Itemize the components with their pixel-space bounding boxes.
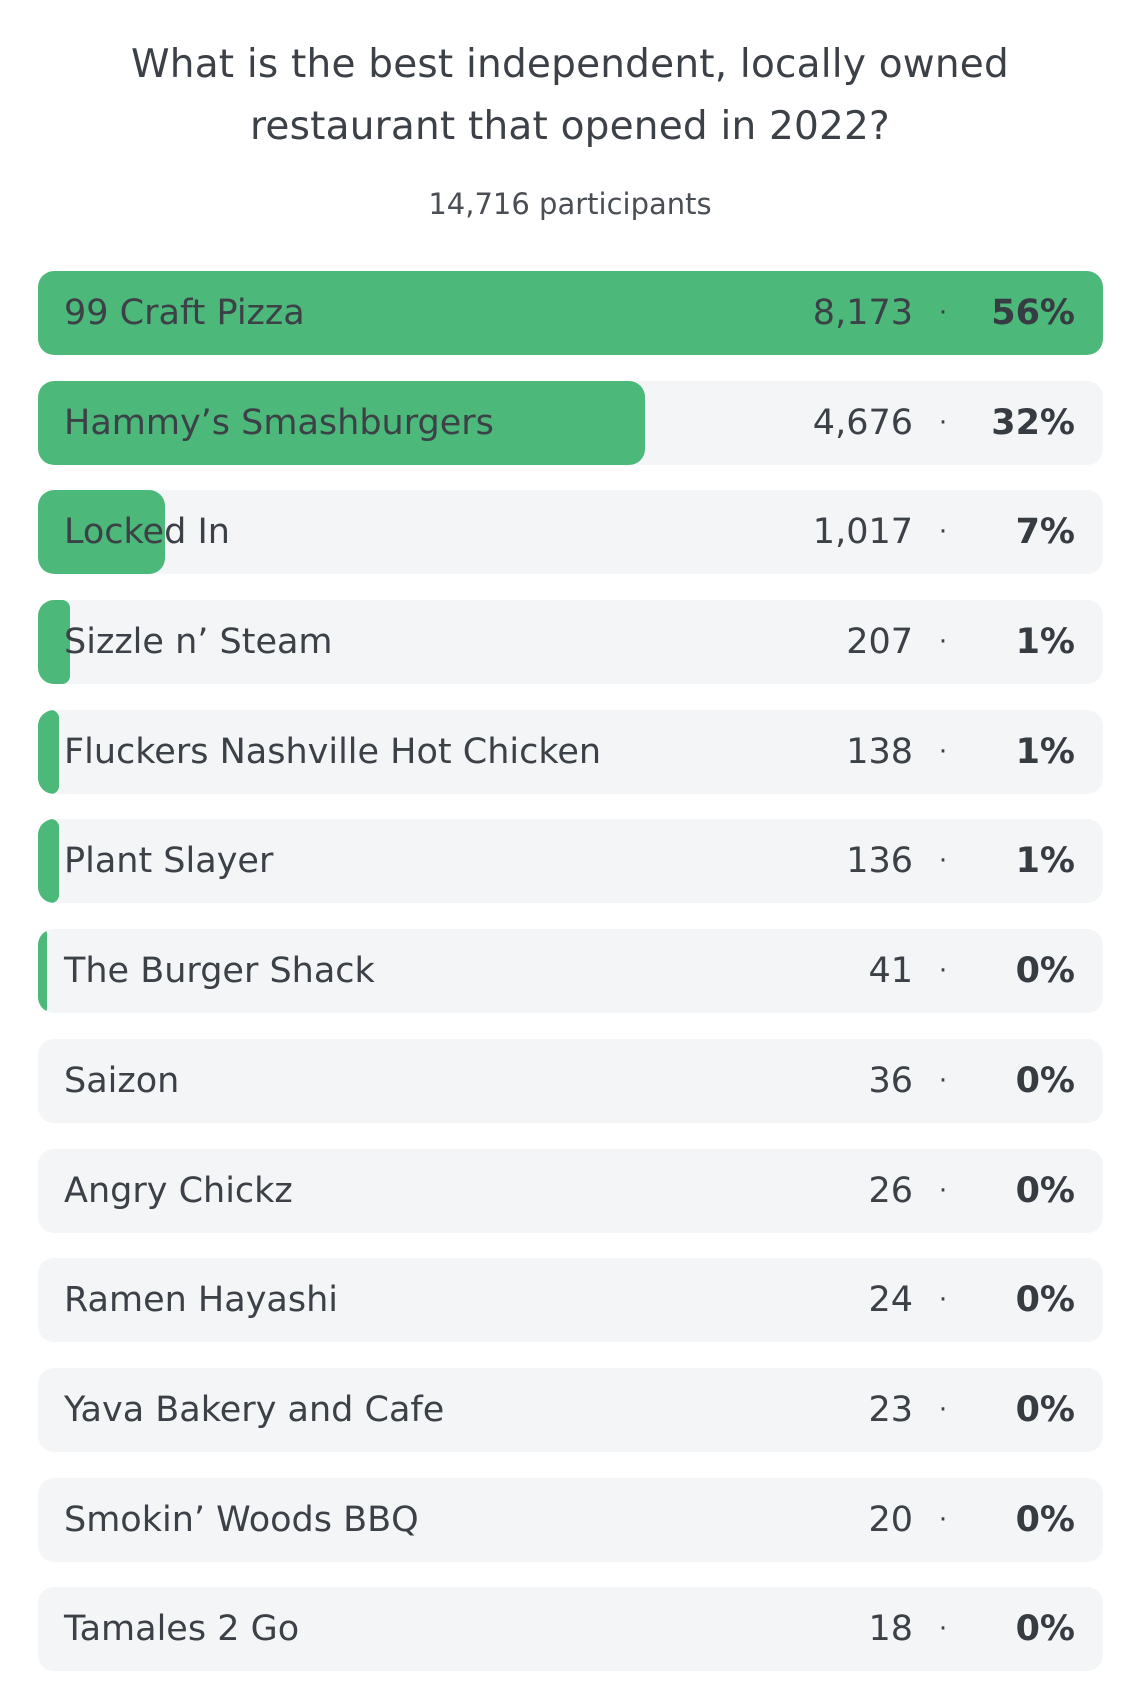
- separator-dot: ·: [938, 1394, 948, 1425]
- option-label: Sizzle n’ Steam: [64, 622, 333, 663]
- vote-count: 26: [868, 1170, 913, 1211]
- option-label: Tamales 2 Go: [64, 1609, 300, 1650]
- vote-percent: 0%: [1015, 1499, 1075, 1540]
- poll-option[interactable]: Tamales 2 Go 18 · 0%: [38, 1587, 1103, 1672]
- separator-dot: ·: [938, 517, 948, 548]
- vote-count: 4,676: [812, 402, 913, 443]
- separator-dot: ·: [938, 627, 948, 658]
- poll-option[interactable]: Saizon 36 · 0%: [38, 1038, 1103, 1123]
- vote-count: 24: [868, 1280, 913, 1321]
- separator-dot: ·: [938, 1504, 948, 1535]
- separator-dot: ·: [938, 736, 948, 767]
- vote-percent: 32%: [991, 402, 1075, 443]
- vote-count: 23: [868, 1389, 913, 1430]
- poll-option[interactable]: Yava Bakery and Cafe 23 · 0%: [38, 1367, 1103, 1452]
- separator-dot: ·: [938, 846, 948, 877]
- poll-options-list: 99 Craft Pizza 8,173 · 56% Hammy’s Smashburg…: [38, 271, 1103, 1672]
- poll-option[interactable]: Smokin’ Woods BBQ 20 · 0%: [38, 1477, 1103, 1562]
- result-bar-fill: [38, 929, 47, 1014]
- vote-percent: 0%: [1015, 951, 1075, 992]
- separator-dot: ·: [938, 298, 948, 328]
- poll-question: What is the best independent, locally ow…: [60, 34, 1080, 158]
- option-label: Smokin’ Woods BBQ: [64, 1499, 419, 1540]
- vote-percent: 1%: [1015, 841, 1075, 882]
- poll-option[interactable]: The Burger Shack 41 · 0%: [38, 929, 1103, 1014]
- result-bar-fill: [38, 819, 60, 904]
- vote-count: 18: [868, 1609, 913, 1650]
- separator-dot: ·: [938, 1065, 948, 1096]
- option-label: Plant Slayer: [64, 841, 274, 882]
- separator-dot: ·: [938, 407, 948, 438]
- separator-dot: ·: [938, 1175, 948, 1206]
- separator-dot: ·: [938, 956, 948, 987]
- vote-count: 8,173: [812, 293, 913, 333]
- separator-dot: ·: [938, 1614, 948, 1645]
- vote-percent: 0%: [1015, 1609, 1075, 1650]
- poll-question-line-1: What is the best independent, locally ow…: [131, 42, 1009, 87]
- poll-option[interactable]: Angry Chickz 26 · 0%: [38, 1148, 1103, 1233]
- vote-percent: 1%: [1015, 622, 1075, 663]
- vote-percent: 1%: [1015, 731, 1075, 772]
- option-label: Locked In: [64, 512, 230, 553]
- poll-option[interactable]: Plant Slayer 136 · 1%: [38, 819, 1103, 904]
- option-label: Yava Bakery and Cafe: [64, 1389, 445, 1430]
- vote-percent: 0%: [1015, 1280, 1075, 1321]
- poll-option[interactable]: Hammy’s Smashburgers 4,676 · 32%: [38, 380, 1103, 465]
- poll-option[interactable]: Locked In 1,017 · 7%: [38, 490, 1103, 575]
- vote-count: 36: [868, 1060, 913, 1101]
- vote-count: 1,017: [812, 512, 913, 553]
- vote-count: 207: [846, 622, 913, 663]
- poll-option[interactable]: 99 Craft Pizza 8,173 · 56%: [38, 271, 1103, 355]
- vote-count: 136: [846, 841, 913, 882]
- vote-count: 138: [846, 731, 913, 772]
- vote-percent: 0%: [1015, 1389, 1075, 1430]
- vote-percent: 7%: [1015, 512, 1075, 553]
- option-label: 99 Craft Pizza: [64, 293, 305, 333]
- poll-results: What is the best independent, locally ow…: [0, 0, 1140, 1698]
- vote-percent: 0%: [1015, 1170, 1075, 1211]
- option-label: Fluckers Nashville Hot Chicken: [64, 731, 602, 772]
- poll-option[interactable]: Sizzle n’ Steam 207 · 1%: [38, 600, 1103, 685]
- option-label: Hammy’s Smashburgers: [64, 402, 494, 443]
- option-label: The Burger Shack: [64, 951, 375, 992]
- vote-percent: 56%: [991, 293, 1075, 333]
- vote-percent: 0%: [1015, 1060, 1075, 1101]
- result-bar-fill: [38, 709, 60, 794]
- vote-count: 41: [868, 951, 913, 992]
- option-label: Angry Chickz: [64, 1170, 293, 1211]
- poll-option[interactable]: Ramen Hayashi 24 · 0%: [38, 1258, 1103, 1343]
- poll-option[interactable]: Fluckers Nashville Hot Chicken 138 · 1%: [38, 709, 1103, 794]
- poll-question-line-2: restaurant that opened in 2022?: [250, 104, 890, 149]
- vote-count: 20: [868, 1499, 913, 1540]
- option-label: Saizon: [64, 1060, 180, 1101]
- separator-dot: ·: [938, 1285, 948, 1316]
- option-label: Ramen Hayashi: [64, 1280, 339, 1321]
- participant-count: 14,716 participants: [428, 187, 712, 221]
